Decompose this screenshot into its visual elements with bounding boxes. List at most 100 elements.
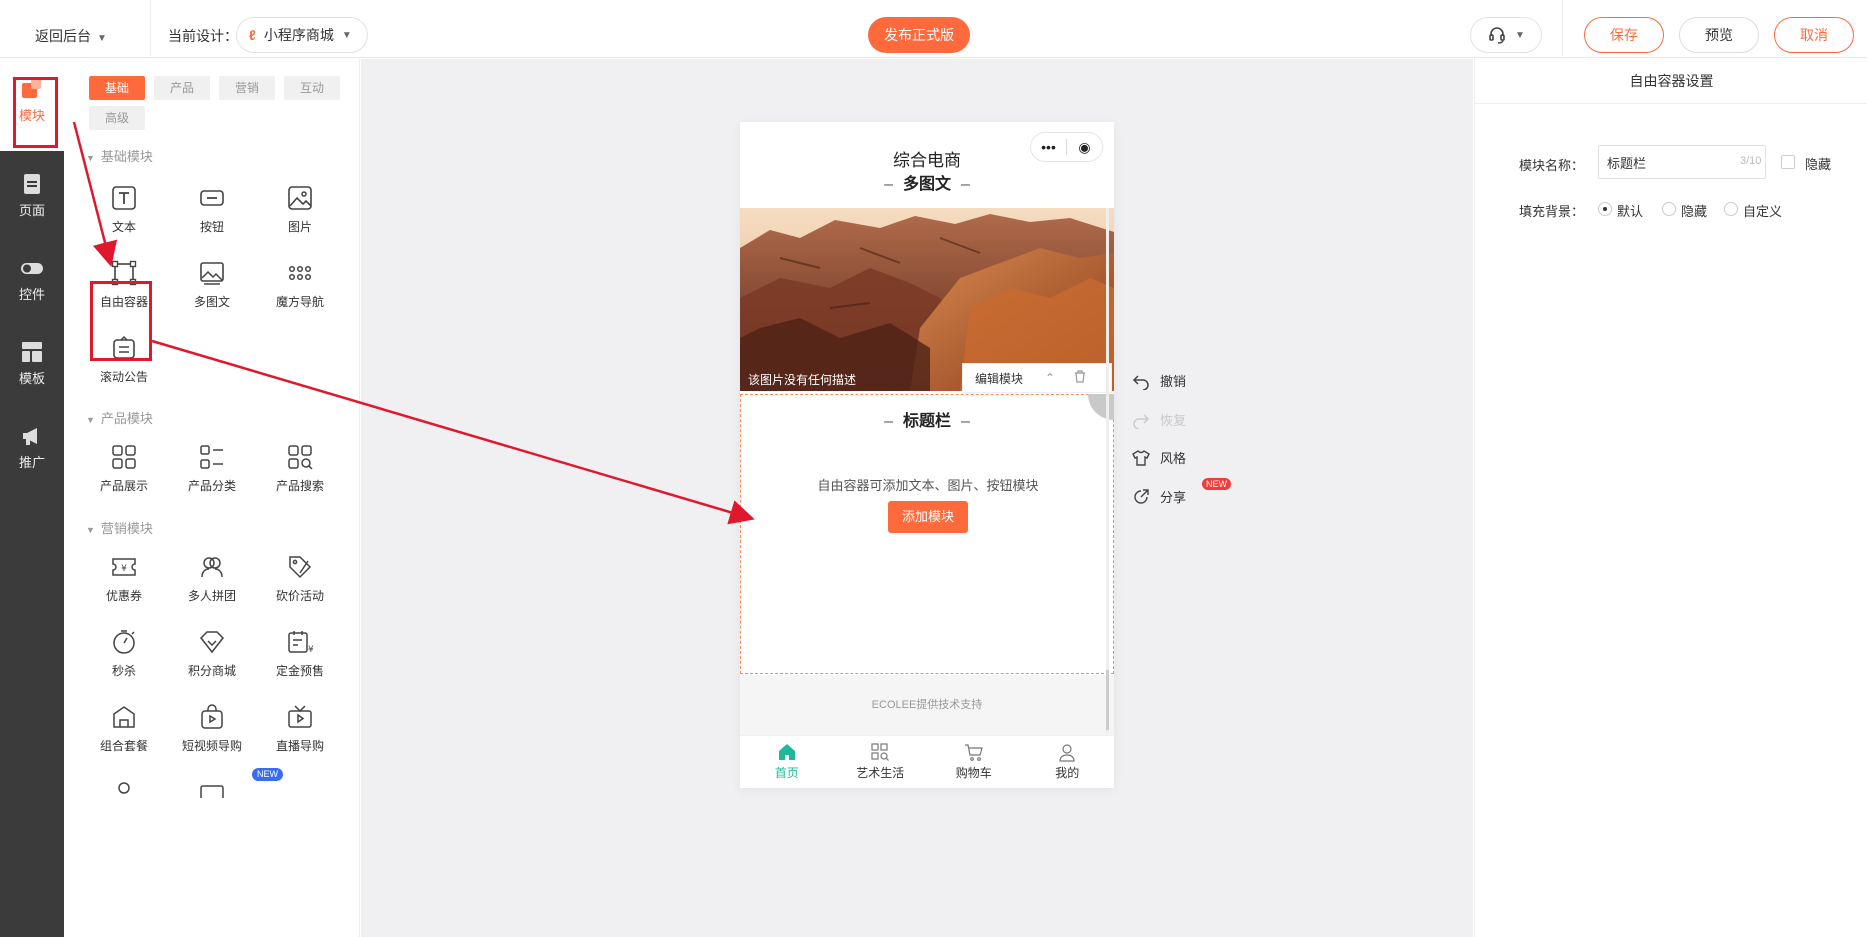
module-short-video[interactable]: 短视频导购 xyxy=(172,703,252,754)
module-flash-sale[interactable]: 秒杀 xyxy=(84,628,164,679)
add-module-button[interactable]: 添加模块 xyxy=(888,501,968,533)
support-dropdown[interactable]: ▼ xyxy=(1470,17,1542,53)
chevron-down-icon: ▼ xyxy=(341,29,352,41)
module-label: 多人拼团 xyxy=(187,589,236,603)
module-multi-image[interactable]: 多图文 xyxy=(172,259,252,310)
module-coupon[interactable]: ¥ 优惠券 xyxy=(84,553,164,604)
section-marketing-title[interactable]: ▼ 营销模块 xyxy=(86,518,153,537)
module-live-stream[interactable]: 直播导购 xyxy=(260,703,340,754)
mini-program-capsule[interactable]: ••• ◉ xyxy=(1030,132,1103,162)
module-name-label: 模块名称： xyxy=(1519,158,1585,173)
module-product-display[interactable]: 产品展示 xyxy=(84,443,164,494)
nav-item-label: 模板 xyxy=(18,371,45,386)
tab-interactive[interactable]: 互动 xyxy=(284,76,340,100)
module-partial[interactable] xyxy=(172,778,252,798)
module-edit-toolbar: 编辑模块 ⌃ xyxy=(962,363,1112,393)
module-group-buy[interactable]: 多人拼团 xyxy=(172,553,252,604)
module-label: 定金预售 xyxy=(275,664,324,678)
section-title-text: 多图文 xyxy=(902,176,951,193)
module-deposit-presale[interactable]: ¥ 定金预售 xyxy=(260,628,340,679)
redo-button[interactable]: 恢复 xyxy=(1132,410,1186,429)
module-label: 直播导购 xyxy=(275,739,324,753)
fill-option-label: 隐藏 xyxy=(1681,204,1708,219)
trash-icon[interactable] xyxy=(1065,370,1095,386)
section-label: 产品模块 xyxy=(100,411,153,426)
design-selector[interactable]: ℓ 小程序商城 ▼ xyxy=(236,17,368,53)
multi-image-section-title[interactable]: – 多图文 – xyxy=(740,170,1114,194)
module-label: 产品分类 xyxy=(187,479,236,493)
video-bag-icon xyxy=(201,704,223,729)
section-product-title[interactable]: ▼ 产品模块 xyxy=(86,408,153,427)
chevron-down-icon: ▼ xyxy=(97,33,107,44)
fill-default-radio[interactable] xyxy=(1598,202,1612,216)
fill-custom-radio[interactable] xyxy=(1724,202,1738,216)
module-points-mall[interactable]: 积分商城 xyxy=(172,628,252,679)
diamond-icon xyxy=(199,631,225,654)
module-combo-package[interactable]: 组合套餐 xyxy=(84,703,164,754)
nav-item-label: 推广 xyxy=(18,455,45,470)
multi-image-icon xyxy=(200,262,224,285)
title-bar-section-title: – 标题栏 – xyxy=(740,407,1114,431)
hide-checkbox[interactable] xyxy=(1781,155,1795,169)
design-canvas[interactable]: 综合电商 ••• ◉ – 多图文 – 该图片没有任何描述 编辑模块 ⌃ – 标题… xyxy=(361,59,1473,937)
tab-advanced[interactable]: 高级 xyxy=(89,106,145,130)
top-toolbar: 返回后台 ▼ 当前设计： ℓ 小程序商城 ▼ 发布正式版 ▼ 保存 预览 取消 xyxy=(0,0,1867,58)
publish-button[interactable]: 发布正式版 xyxy=(868,17,970,53)
undo-button[interactable]: 撤销 xyxy=(1132,371,1186,390)
nav-item-promotion[interactable]: 推广 xyxy=(0,424,64,471)
left-nav: 模块 页面 控件 模板 推广 xyxy=(0,59,64,937)
tabbar-item-cart[interactable]: 购物车 xyxy=(927,736,1021,788)
tab-marketing[interactable]: 营销 xyxy=(219,76,275,100)
svg-text:¥: ¥ xyxy=(308,645,314,655)
free-container-module[interactable]: – 标题栏 – 自由容器可添加文本、图片、按钮模块 添加模块 xyxy=(740,394,1114,674)
share-button[interactable]: 分享 xyxy=(1132,487,1186,506)
module-name-char-count: 3/10 xyxy=(1740,155,1762,167)
module-button[interactable]: 按钮 xyxy=(172,184,252,235)
category-list-icon xyxy=(200,445,223,469)
fill-hide-radio[interactable] xyxy=(1662,202,1676,216)
nav-item-templates[interactable]: 模板 xyxy=(0,340,64,387)
mini-program-icon: ℓ xyxy=(249,27,256,43)
save-button[interactable]: 保存 xyxy=(1584,17,1664,53)
module-bargain[interactable]: 砍价活动 xyxy=(260,553,340,604)
module-image[interactable]: 图片 xyxy=(260,184,340,235)
nav-item-controls[interactable]: 控件 xyxy=(0,256,64,303)
hide-label: 隐藏 xyxy=(1805,157,1832,172)
svg-text:¥: ¥ xyxy=(121,564,127,574)
caret-down-icon: ▼ xyxy=(86,525,95,535)
module-label: 积分商城 xyxy=(187,664,236,678)
nav-item-pages[interactable]: 页面 xyxy=(0,172,64,219)
module-partial[interactable] xyxy=(84,778,164,798)
target-icon[interactable]: ◉ xyxy=(1067,139,1102,156)
divider xyxy=(150,0,151,58)
edit-module-button[interactable]: 编辑模块 xyxy=(963,370,1035,387)
phone-tabbar: 首页 艺术生活 购物车 我的 xyxy=(740,735,1114,788)
move-up-icon[interactable]: ⌃ xyxy=(1035,371,1065,385)
section-basic-title[interactable]: ▼ 基础模块 xyxy=(86,146,153,165)
more-dots-icon[interactable]: ••• xyxy=(1031,139,1066,155)
style-button[interactable]: 风格 xyxy=(1132,448,1186,467)
tab-product[interactable]: 产品 xyxy=(154,76,210,100)
tabbar-item-home[interactable]: 首页 xyxy=(740,736,834,788)
scrollbar-thumb[interactable] xyxy=(1106,670,1109,730)
tab-basic[interactable]: 基础 xyxy=(89,76,145,100)
megaphone-icon xyxy=(23,428,37,445)
caret-down-icon: ▼ xyxy=(86,153,95,163)
phone-scrollbar[interactable] xyxy=(1106,208,1109,733)
module-label: 产品搜索 xyxy=(275,479,324,493)
module-product-category[interactable]: 产品分类 xyxy=(172,443,252,494)
module-magic-nav[interactable]: 魔方导航 xyxy=(260,259,340,310)
module-label: 滚动公告 xyxy=(99,370,148,384)
tech-support-footer: ECOLEE提供技术支持 xyxy=(740,675,1114,735)
chevron-down-icon: ▼ xyxy=(1515,29,1525,41)
back-to-admin-button[interactable]: 返回后台 ▼ xyxy=(35,26,107,46)
tabbar-item-mine[interactable]: 我的 xyxy=(1021,736,1115,788)
preview-button[interactable]: 预览 xyxy=(1679,17,1759,53)
module-product-search[interactable]: 产品搜索 xyxy=(260,443,340,494)
cancel-button[interactable]: 取消 xyxy=(1774,17,1854,53)
shirt-icon xyxy=(1132,449,1150,466)
module-label: 文本 xyxy=(111,220,136,234)
grid-search-icon xyxy=(288,445,313,470)
module-text[interactable]: 文本 xyxy=(84,184,164,235)
tabbar-item-art-life[interactable]: 艺术生活 xyxy=(834,736,928,788)
